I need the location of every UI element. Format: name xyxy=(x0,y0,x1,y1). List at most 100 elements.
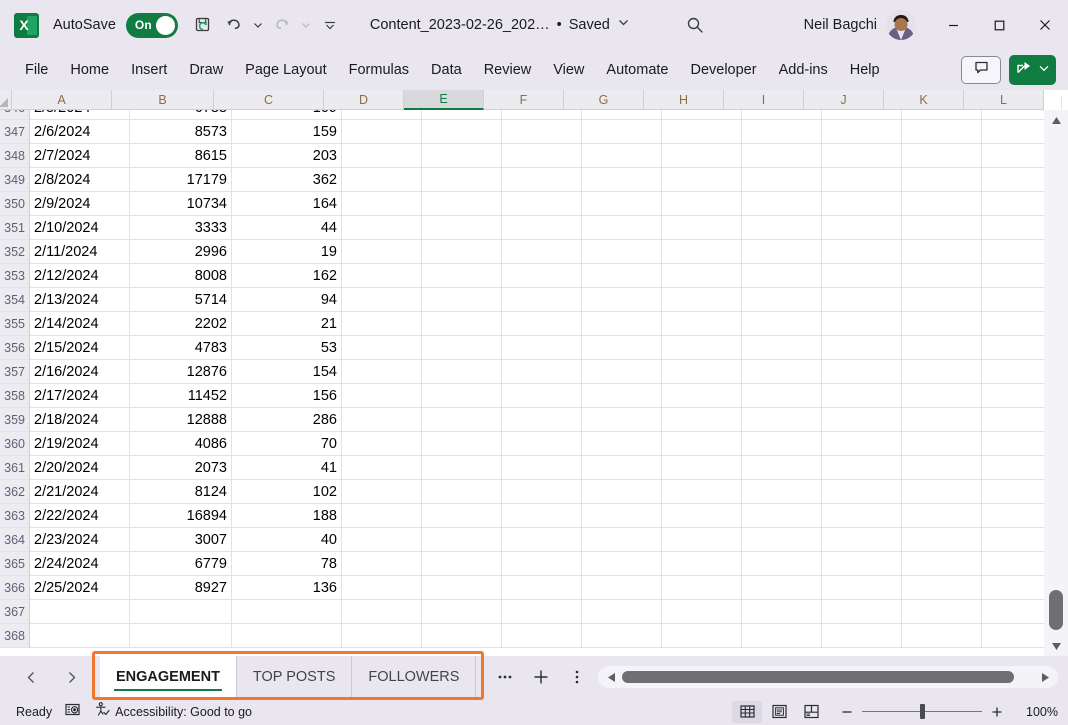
cell-E353[interactable] xyxy=(422,264,502,288)
cell-B364[interactable]: 3007 xyxy=(130,528,232,552)
cell-K349[interactable] xyxy=(902,168,982,192)
ribbon-tab-automate[interactable]: Automate xyxy=(595,57,679,83)
accessibility-status[interactable]: Accessibility: Good to go xyxy=(87,699,258,725)
cell-B349[interactable]: 17179 xyxy=(130,168,232,192)
cell-C362[interactable]: 102 xyxy=(232,480,342,504)
row-header[interactable]: 349 xyxy=(0,168,30,192)
select-all-corner[interactable] xyxy=(0,90,12,110)
cell-H356[interactable] xyxy=(662,336,742,360)
column-header-h[interactable]: H xyxy=(644,90,724,110)
zoom-out-minus-icon[interactable] xyxy=(838,703,856,721)
cell-B347[interactable]: 8573 xyxy=(130,120,232,144)
undo-dropdown-icon[interactable] xyxy=(250,11,266,39)
cell-K351[interactable] xyxy=(902,216,982,240)
cell-F351[interactable] xyxy=(502,216,582,240)
save-refresh-icon[interactable] xyxy=(190,11,218,39)
autosave-toggle[interactable]: On xyxy=(126,13,178,38)
row-header[interactable]: 351 xyxy=(0,216,30,240)
cell-G358[interactable] xyxy=(582,384,662,408)
cell-F350[interactable] xyxy=(502,192,582,216)
cell-B352[interactable]: 2996 xyxy=(130,240,232,264)
cell-H358[interactable] xyxy=(662,384,742,408)
cell-K363[interactable] xyxy=(902,504,982,528)
cell-E355[interactable] xyxy=(422,312,502,336)
cell-D368[interactable] xyxy=(342,624,422,648)
cell-E362[interactable] xyxy=(422,480,502,504)
cell-E365[interactable] xyxy=(422,552,502,576)
triangle-down-icon[interactable] xyxy=(1044,636,1068,656)
cell-C359[interactable]: 286 xyxy=(232,408,342,432)
ribbon-tab-view[interactable]: View xyxy=(542,57,595,83)
cell-B350[interactable]: 10734 xyxy=(130,192,232,216)
cell-J362[interactable] xyxy=(822,480,902,504)
cell-I357[interactable] xyxy=(742,360,822,384)
column-header-i[interactable]: I xyxy=(724,90,804,110)
cell-D355[interactable] xyxy=(342,312,422,336)
cell-G357[interactable] xyxy=(582,360,662,384)
row-header[interactable]: 367 xyxy=(0,600,30,624)
minimize-icon[interactable] xyxy=(930,0,976,50)
cell-C363[interactable]: 188 xyxy=(232,504,342,528)
cell-E368[interactable] xyxy=(422,624,502,648)
grid-row[interactable]: 367 xyxy=(0,600,1068,624)
cell-D362[interactable] xyxy=(342,480,422,504)
cell-G350[interactable] xyxy=(582,192,662,216)
cell-B365[interactable]: 6779 xyxy=(130,552,232,576)
column-header-e[interactable]: E xyxy=(404,90,484,110)
cell-F363[interactable] xyxy=(502,504,582,528)
cell-A364[interactable]: 2/23/2024 xyxy=(30,528,130,552)
cell-G347[interactable] xyxy=(582,120,662,144)
cell-I348[interactable] xyxy=(742,144,822,168)
cell-E363[interactable] xyxy=(422,504,502,528)
cell-C351[interactable]: 44 xyxy=(232,216,342,240)
cell-J347[interactable] xyxy=(822,120,902,144)
cell-F358[interactable] xyxy=(502,384,582,408)
row-header[interactable]: 356 xyxy=(0,336,30,360)
cell-K352[interactable] xyxy=(902,240,982,264)
cell-A352[interactable]: 2/11/2024 xyxy=(30,240,130,264)
cell-F359[interactable] xyxy=(502,408,582,432)
row-header[interactable]: 355 xyxy=(0,312,30,336)
row-header[interactable]: 365 xyxy=(0,552,30,576)
cell-F362[interactable] xyxy=(502,480,582,504)
maximize-icon[interactable] xyxy=(976,0,1022,50)
cell-D348[interactable] xyxy=(342,144,422,168)
grid-row[interactable]: 3522/11/2024299619 xyxy=(0,240,1068,264)
cell-I353[interactable] xyxy=(742,264,822,288)
cell-F356[interactable] xyxy=(502,336,582,360)
zoom-level-label[interactable]: 100% xyxy=(1018,705,1058,719)
cell-I361[interactable] xyxy=(742,456,822,480)
cell-A353[interactable]: 2/12/2024 xyxy=(30,264,130,288)
cell-G353[interactable] xyxy=(582,264,662,288)
cell-K361[interactable] xyxy=(902,456,982,480)
cell-J358[interactable] xyxy=(822,384,902,408)
cell-H363[interactable] xyxy=(662,504,742,528)
cell-J364[interactable] xyxy=(822,528,902,552)
cell-H362[interactable] xyxy=(662,480,742,504)
row-header[interactable]: 354 xyxy=(0,288,30,312)
cell-B363[interactable]: 16894 xyxy=(130,504,232,528)
cell-G365[interactable] xyxy=(582,552,662,576)
cell-J350[interactable] xyxy=(822,192,902,216)
cell-J355[interactable] xyxy=(822,312,902,336)
column-header-g[interactable]: G xyxy=(564,90,644,110)
cell-G368[interactable] xyxy=(582,624,662,648)
grid-row[interactable]: 3622/21/20248124102 xyxy=(0,480,1068,504)
ribbon-tab-file[interactable]: File xyxy=(14,57,59,83)
cell-J357[interactable] xyxy=(822,360,902,384)
cell-D358[interactable] xyxy=(342,384,422,408)
search-icon[interactable] xyxy=(680,10,710,40)
cell-H351[interactable] xyxy=(662,216,742,240)
cell-G367[interactable] xyxy=(582,600,662,624)
sheet-tab-top-posts[interactable]: TOP POSTS xyxy=(237,656,352,698)
chevron-right-icon[interactable] xyxy=(56,663,86,691)
cell-C365[interactable]: 78 xyxy=(232,552,342,576)
cell-F349[interactable] xyxy=(502,168,582,192)
cell-H359[interactable] xyxy=(662,408,742,432)
cell-H366[interactable] xyxy=(662,576,742,600)
cell-B366[interactable]: 8927 xyxy=(130,576,232,600)
cell-H361[interactable] xyxy=(662,456,742,480)
cell-C356[interactable]: 53 xyxy=(232,336,342,360)
cell-B367[interactable] xyxy=(130,600,232,624)
cell-B356[interactable]: 4783 xyxy=(130,336,232,360)
